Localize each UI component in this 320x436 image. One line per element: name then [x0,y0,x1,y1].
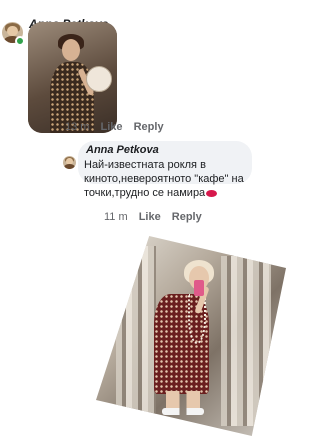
reply-author-name[interactable]: Anna Petkova [86,144,159,156]
photo-shelf [116,246,156,426]
comment-like-button[interactable]: Like [101,121,123,133]
reply-text-container: Най-известната рокля в киното,невероятно… [84,158,250,200]
comment-photo[interactable] [28,22,117,133]
reply-bubble: Anna Petkova Най-известната рокля в кино… [78,141,252,199]
reply-actions: 11 m Like Reply [104,211,210,223]
photo-shelf [221,256,271,426]
reply-author-avatar[interactable] [63,156,76,169]
photo-shoes [162,408,204,415]
photo-fan [86,66,112,92]
comment-actions: 13 m Like Reply [65,121,172,133]
comment-timestamp: 13 m [65,121,90,133]
online-status-icon [15,36,25,46]
avatar-body [64,164,75,169]
photo-head [62,39,80,61]
attached-photo-image [96,236,286,436]
photo-phone [194,280,204,296]
reply-timestamp: 11 m [104,211,128,223]
reply-text: Най-известната рокля в киното,невероятно… [84,159,244,199]
comment-reply-button[interactable]: Reply [134,121,164,133]
reply-like-button[interactable]: Like [139,211,161,223]
reply-reply-button[interactable]: Reply [172,211,202,223]
avatar-face [7,25,18,37]
kiss-lips-icon [206,189,218,197]
attached-photo[interactable] [96,236,286,436]
